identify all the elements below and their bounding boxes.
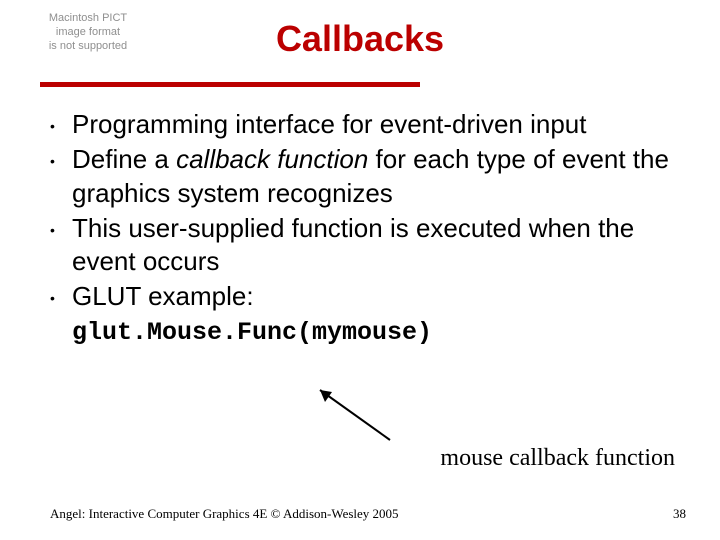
- bullet-emphasis: callback function: [176, 144, 368, 174]
- bullet-list: Programming interface for event-driven i…: [50, 108, 684, 349]
- footer-attribution: Angel: Interactive Computer Graphics 4E …: [50, 506, 399, 522]
- bullet-text: Programming interface for event-driven i…: [72, 109, 586, 139]
- bullet-item: This user-supplied function is executed …: [50, 212, 684, 279]
- title-underline: [40, 82, 420, 87]
- content-area: Programming interface for event-driven i…: [50, 108, 684, 351]
- bullet-text: GLUT example:: [72, 281, 254, 311]
- bullet-item: GLUT example: glut.Mouse.Func(mymouse): [50, 280, 684, 348]
- bullet-item: Define a callback function for each type…: [50, 143, 684, 210]
- bullet-item: Programming interface for event-driven i…: [50, 108, 684, 141]
- arrow-icon: [290, 380, 410, 450]
- bullet-text: Define a: [72, 144, 176, 174]
- code-snippet: glut.Mouse.Func(mymouse): [72, 318, 432, 347]
- slide-number: 38: [673, 506, 686, 522]
- bullet-text: This user-supplied function is executed …: [72, 213, 634, 276]
- arrow-caption: mouse callback function: [440, 445, 675, 472]
- slide-title: Callbacks: [0, 18, 720, 60]
